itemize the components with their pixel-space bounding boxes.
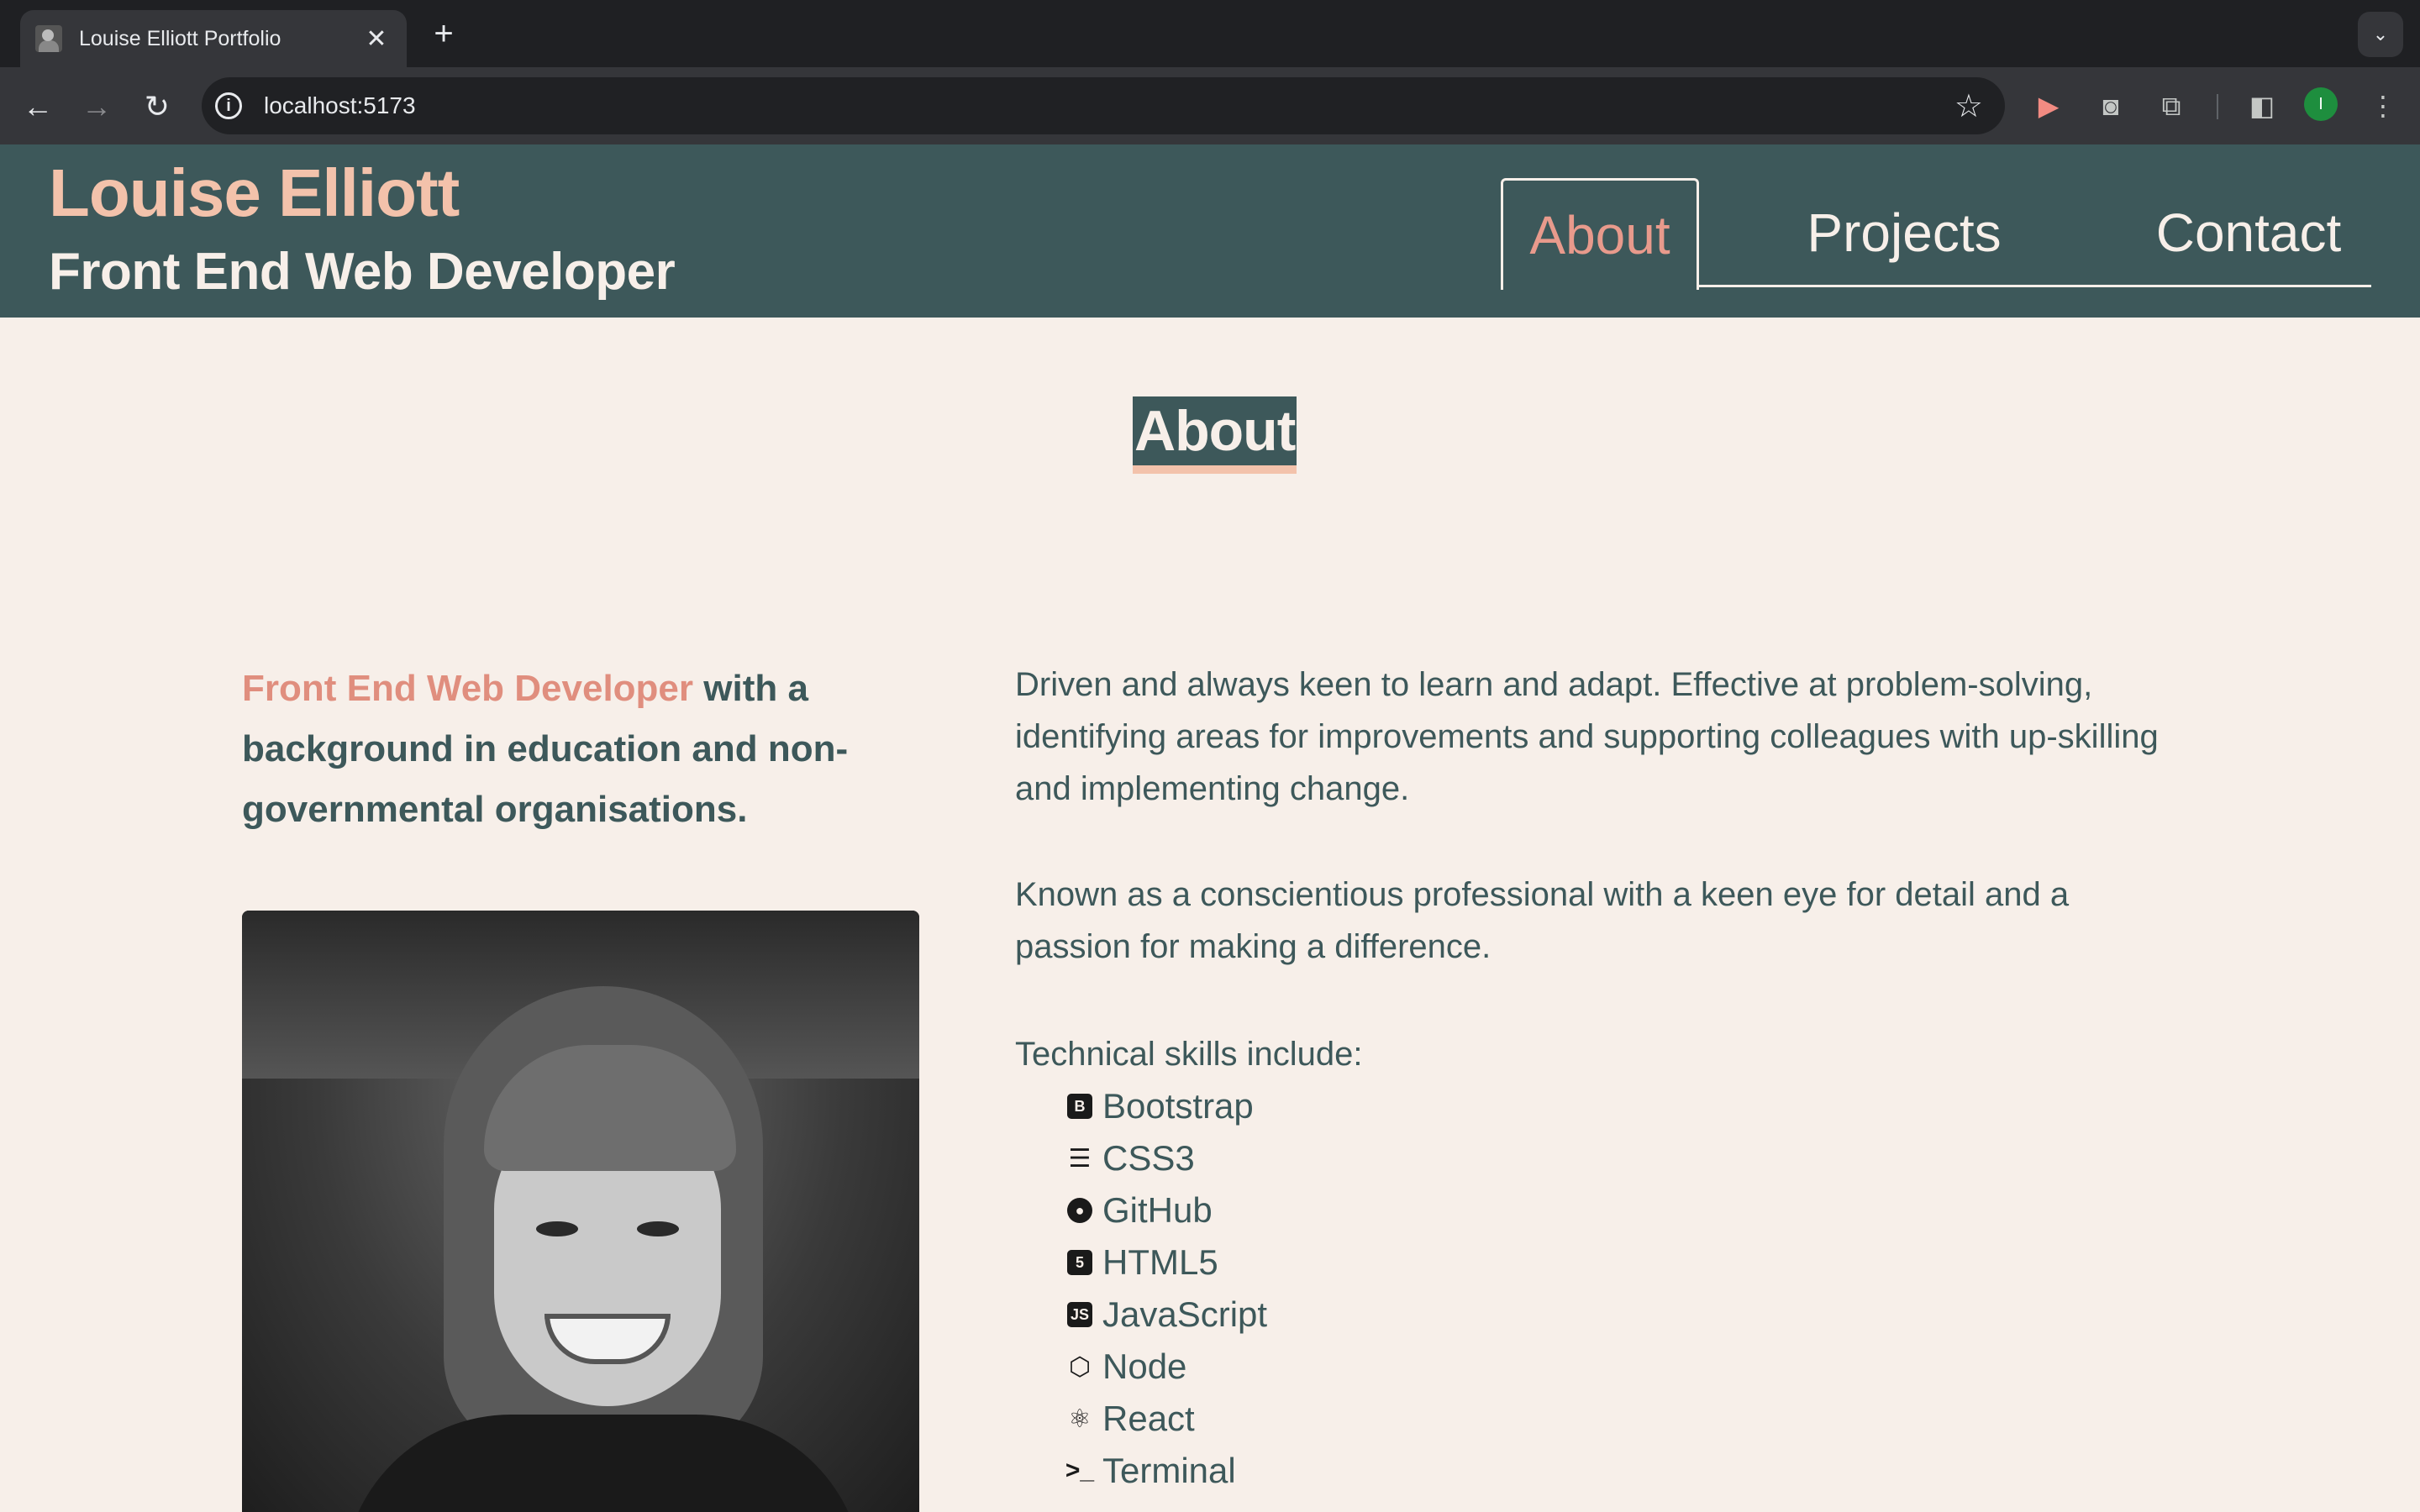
intro-highlight: Front End Web Developer [242,668,694,709]
menu-dots-icon[interactable]: ⋮ [2365,87,2402,124]
browser-tabstrip: Louise Elliott Portfolio ✕ + ⌄ [0,0,2420,67]
about-paragraph-2: Known as a conscientious professional wi… [1015,876,2070,965]
skill-name: GitHub [1102,1190,1213,1230]
brand-role: Front End Web Developer [49,243,676,301]
tab-title: Louise Elliott Portfolio [79,26,281,50]
section-title: About [1133,396,1297,474]
profile-avatar[interactable]: I [2304,87,2338,121]
skill-name: React [1102,1399,1195,1438]
nav-about[interactable]: About [1501,178,1699,290]
skill-name: Bootstrap [1102,1086,1254,1126]
brand-name: Louise Elliott [49,155,460,230]
favicon-icon [35,25,62,52]
forward-icon[interactable]: → [76,86,118,128]
list-item: B Bootstrap [1067,1080,1267,1132]
css3-icon: ☰ [1068,1144,1092,1173]
bookmark-star-icon[interactable]: ☆ [1954,87,1983,125]
side-panel-icon[interactable]: ◧ [2244,87,2281,124]
terminal-icon: >_ [1065,1457,1095,1484]
list-item: ⚛ React [1067,1393,1267,1445]
nav-contact[interactable]: Contact [2139,178,2358,287]
browser-tab[interactable]: Louise Elliott Portfolio ✕ [20,10,407,67]
skill-name: JavaScript [1102,1294,1268,1334]
browser-toolbar: ← → ↻ i localhost:5173 ☆ ▶ ◙ ⧉ ◧ ⋮ [0,67,2420,144]
site-header: Louise Elliott Front End Web Developer A… [0,144,2420,318]
extension-record-icon[interactable]: ▶ [2030,87,2067,124]
list-item: ● GitHub [1067,1184,1267,1236]
main-nav: About Projects Contact [1501,178,2371,290]
site-info-icon[interactable]: i [215,92,242,119]
skill-name: HTML5 [1102,1242,1218,1282]
back-icon[interactable]: ← [17,86,59,128]
skill-name: CSS3 [1102,1138,1195,1178]
intro-text: Front End Web Developer with a backgroun… [242,659,931,840]
html5-icon: 5 [1067,1250,1092,1275]
about-paragraph-1: Driven and always keen to learn and adap… [1015,666,2159,807]
extensions-puzzle-icon[interactable]: ⧉ [2153,87,2190,124]
list-item: JS JavaScript [1067,1289,1267,1341]
camera-icon[interactable]: ◙ [2092,87,2129,124]
close-icon[interactable]: ✕ [361,24,392,54]
toolbar-divider [2217,94,2218,119]
url-text[interactable]: localhost:5173 [264,92,416,119]
new-tab-button[interactable]: + [425,15,462,52]
bootstrap-icon: B [1067,1094,1092,1119]
node-icon: ⬡ [1068,1352,1092,1381]
list-item: 5 HTML5 [1067,1236,1267,1289]
address-bar[interactable]: i localhost:5173 ☆ [202,77,2005,134]
reload-icon[interactable]: ↻ [136,86,178,128]
react-icon: ⚛ [1068,1404,1092,1433]
github-icon: ● [1067,1198,1092,1223]
nav-projects[interactable]: Projects [1786,178,2022,287]
list-item: ☰ CSS3 [1067,1132,1267,1184]
skill-name: Node [1102,1347,1187,1386]
list-item: >_ Terminal [1065,1445,1267,1497]
skills-label: Technical skills include: [1015,1036,1363,1073]
skill-name: Terminal [1102,1451,1236,1490]
list-item: ⬡ Node [1067,1341,1267,1393]
skills-list: B Bootstrap ☰ CSS3 ● GitHub 5 HTML5 JS J… [1065,1080,1267,1497]
profile-photo [242,911,919,1512]
tab-search-icon[interactable]: ⌄ [2358,12,2403,57]
javascript-icon: JS [1067,1302,1092,1327]
